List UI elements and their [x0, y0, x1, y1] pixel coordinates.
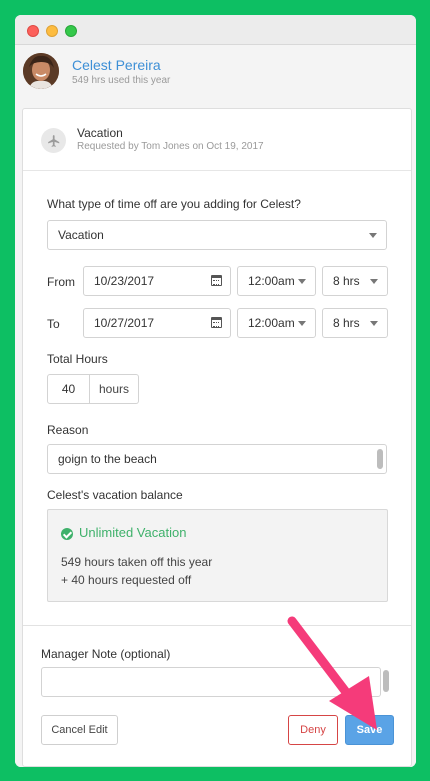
reason-label: Reason — [47, 423, 89, 437]
time-off-type-select[interactable]: Vacation — [47, 220, 387, 250]
manager-note-scrollbar[interactable] — [383, 670, 389, 692]
reason-value: goign to the beach — [58, 452, 157, 466]
manager-note-input[interactable] — [41, 667, 381, 697]
chevron-down-icon — [298, 321, 306, 326]
from-time-select[interactable]: 12:00am — [237, 266, 316, 296]
section-divider — [23, 625, 411, 626]
chevron-down-icon — [370, 321, 378, 326]
request-summary: Vacation Requested by Tom Jones on Oct 1… — [23, 109, 411, 171]
from-date-input[interactable]: 10/23/2017 — [83, 266, 231, 296]
title-bar — [15, 15, 416, 45]
airplane-icon — [41, 128, 66, 153]
time-off-type-question: What type of time off are you adding for… — [47, 197, 301, 211]
time-off-card: Vacation Requested by Tom Jones on Oct 1… — [22, 108, 412, 767]
from-time-value: 12:00am — [248, 274, 295, 288]
to-hours-select[interactable]: 8 hrs — [322, 308, 388, 338]
close-window-button[interactable] — [27, 25, 39, 37]
balance-title: Unlimited Vacation — [79, 525, 187, 540]
save-button[interactable]: Save — [345, 715, 394, 745]
requested-by-text: Requested by Tom Jones on Oct 19, 2017 — [77, 141, 264, 152]
avatar — [23, 53, 59, 89]
reason-scrollbar[interactable] — [377, 449, 383, 469]
user-name[interactable]: Celest Pereira — [72, 57, 161, 73]
to-date-value: 10/27/2017 — [94, 316, 155, 330]
manager-note-label: Manager Note (optional) — [41, 647, 171, 661]
hours-taken-text: 549 hours taken off this year — [61, 555, 213, 569]
to-date-input[interactable]: 10/27/2017 — [83, 308, 231, 338]
from-date-value: 10/23/2017 — [94, 274, 155, 288]
reason-input[interactable]: goign to the beach — [47, 444, 387, 474]
user-hours-used: 549 hrs used this year — [72, 75, 171, 86]
balance-box: Unlimited Vacation 549 hours taken off t… — [47, 509, 388, 602]
time-off-type-value: Vacation — [58, 228, 104, 242]
to-hours-value: 8 hrs — [333, 316, 360, 330]
total-hours-label: Total Hours — [47, 352, 108, 366]
total-hours-unit: hours — [90, 374, 139, 404]
app-window: Celest Pereira 549 hrs used this year Va… — [15, 15, 416, 767]
total-hours-field: 40 hours — [47, 374, 139, 404]
hours-requested-text: + 40 hours requested off — [61, 573, 192, 587]
calendar-icon[interactable] — [211, 275, 222, 286]
from-hours-value: 8 hrs — [333, 274, 360, 288]
calendar-icon[interactable] — [211, 317, 222, 328]
total-hours-input[interactable]: 40 — [47, 374, 90, 404]
cancel-edit-button[interactable]: Cancel Edit — [41, 715, 118, 745]
maximize-window-button[interactable] — [65, 25, 77, 37]
request-type-title: Vacation — [77, 126, 123, 140]
minimize-window-button[interactable] — [46, 25, 58, 37]
chevron-down-icon — [370, 279, 378, 284]
to-label: To — [47, 317, 60, 331]
chevron-down-icon — [298, 279, 306, 284]
chevron-down-icon — [369, 233, 377, 238]
from-label: From — [47, 275, 75, 289]
to-time-value: 12:00am — [248, 316, 295, 330]
check-circle-icon — [61, 528, 73, 540]
from-hours-select[interactable]: 8 hrs — [322, 266, 388, 296]
balance-label: Celest's vacation balance — [47, 488, 183, 502]
content-area: Celest Pereira 549 hrs used this year Va… — [15, 45, 416, 767]
to-time-select[interactable]: 12:00am — [237, 308, 316, 338]
deny-button[interactable]: Deny — [288, 715, 338, 745]
